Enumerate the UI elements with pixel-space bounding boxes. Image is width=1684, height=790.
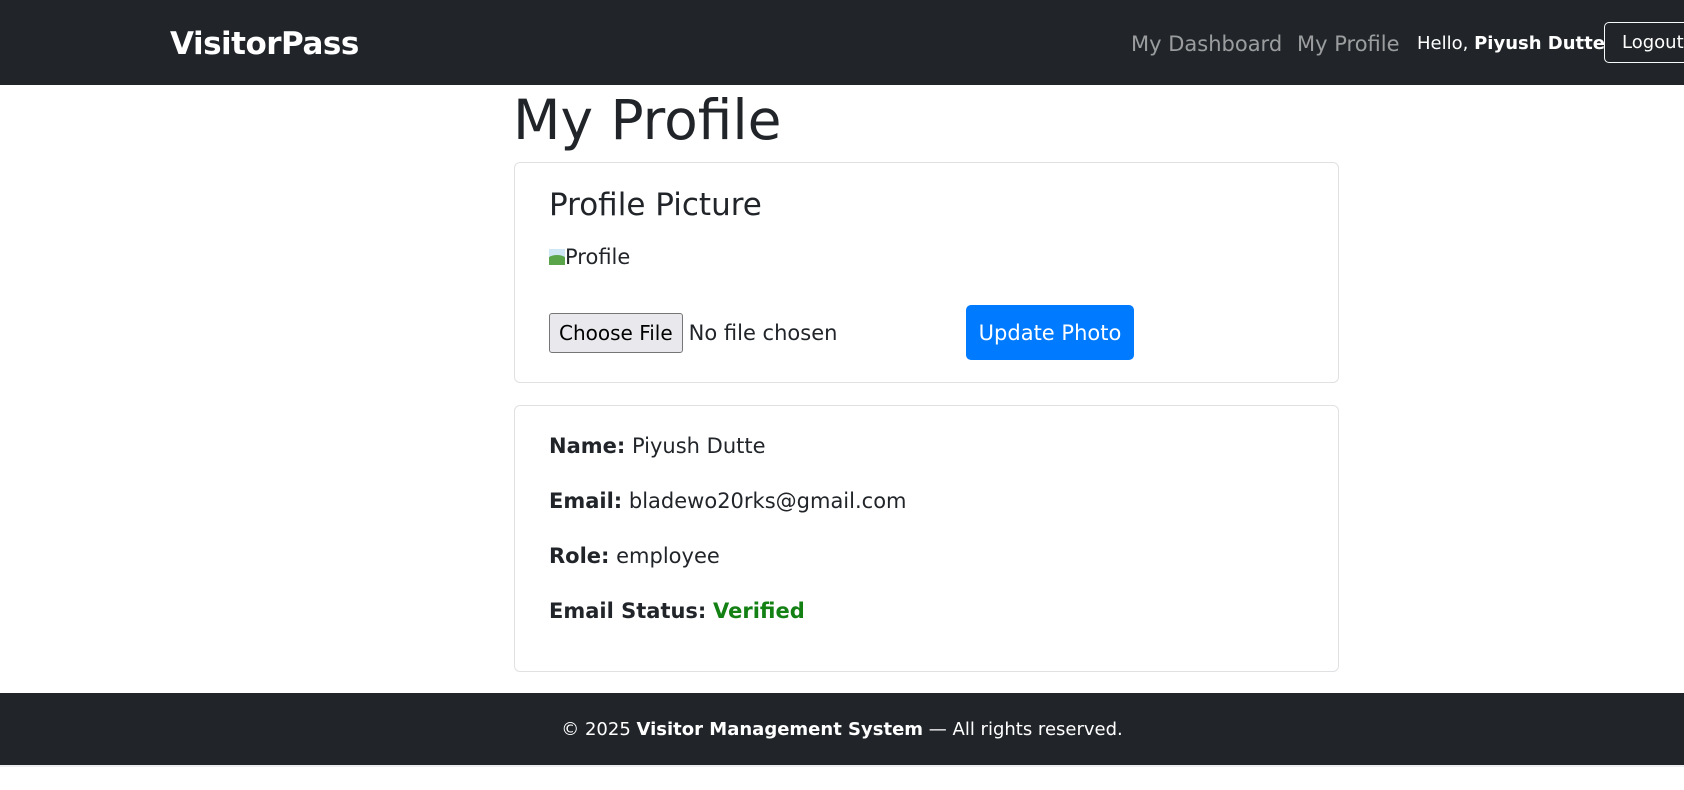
- nav-link-my-profile[interactable]: My Profile: [1297, 0, 1400, 88]
- brand-logo-link[interactable]: VisitorPass: [170, 0, 359, 88]
- email-value: bladewo20rks@gmail.com: [628, 489, 907, 513]
- email-status-badge: Verified: [713, 599, 805, 623]
- name-row: Name: Piyush Dutte: [549, 431, 766, 461]
- role-label: Role:: [549, 544, 610, 568]
- page-footer: © 2025 Visitor Management System — All r…: [0, 693, 1684, 765]
- email-status-row: Email Status: Verified: [549, 596, 805, 626]
- email-status-label: Email Status:: [549, 599, 707, 623]
- bottom-divider: [0, 765, 1684, 767]
- footer-copyright: © 2025: [561, 719, 631, 740]
- greeting-text: Hello,: [1417, 33, 1469, 54]
- photo-file-input[interactable]: Choose File No file chosen: [549, 313, 837, 353]
- update-photo-button[interactable]: Update Photo: [966, 305, 1134, 360]
- profile-image: Profile: [549, 243, 630, 271]
- name-label: Name:: [549, 434, 626, 458]
- choose-file-button[interactable]: Choose File: [549, 313, 683, 353]
- user-greeting: Hello, Piyush Dutte: [1417, 0, 1605, 88]
- role-value: employee: [616, 544, 720, 568]
- profile-picture-card: Profile Picture Profile Choose File No f…: [514, 162, 1339, 383]
- file-status-text: No file chosen: [688, 321, 838, 345]
- greeting-user-name: Piyush Dutte: [1474, 33, 1605, 54]
- email-label: Email:: [549, 489, 623, 513]
- broken-image-icon: [549, 249, 565, 265]
- profile-picture-heading: Profile Picture: [549, 187, 762, 223]
- logout-button[interactable]: Logout: [1604, 22, 1684, 63]
- nav-link-my-dashboard[interactable]: My Dashboard: [1131, 0, 1282, 88]
- footer-org-name: Visitor Management System: [636, 719, 924, 740]
- page-title: My Profile: [513, 88, 782, 152]
- top-navbar: VisitorPass My Dashboard My Profile Hell…: [0, 0, 1684, 85]
- email-row: Email: bladewo20rks@gmail.com: [549, 486, 907, 516]
- role-row: Role: employee: [549, 541, 720, 571]
- name-value: Piyush Dutte: [631, 434, 766, 458]
- profile-image-alt-text: Profile: [565, 245, 631, 269]
- footer-rights: — All rights reserved.: [928, 719, 1123, 740]
- profile-info-card: Name: Piyush Dutte Email: bladewo20rks@g…: [514, 405, 1339, 672]
